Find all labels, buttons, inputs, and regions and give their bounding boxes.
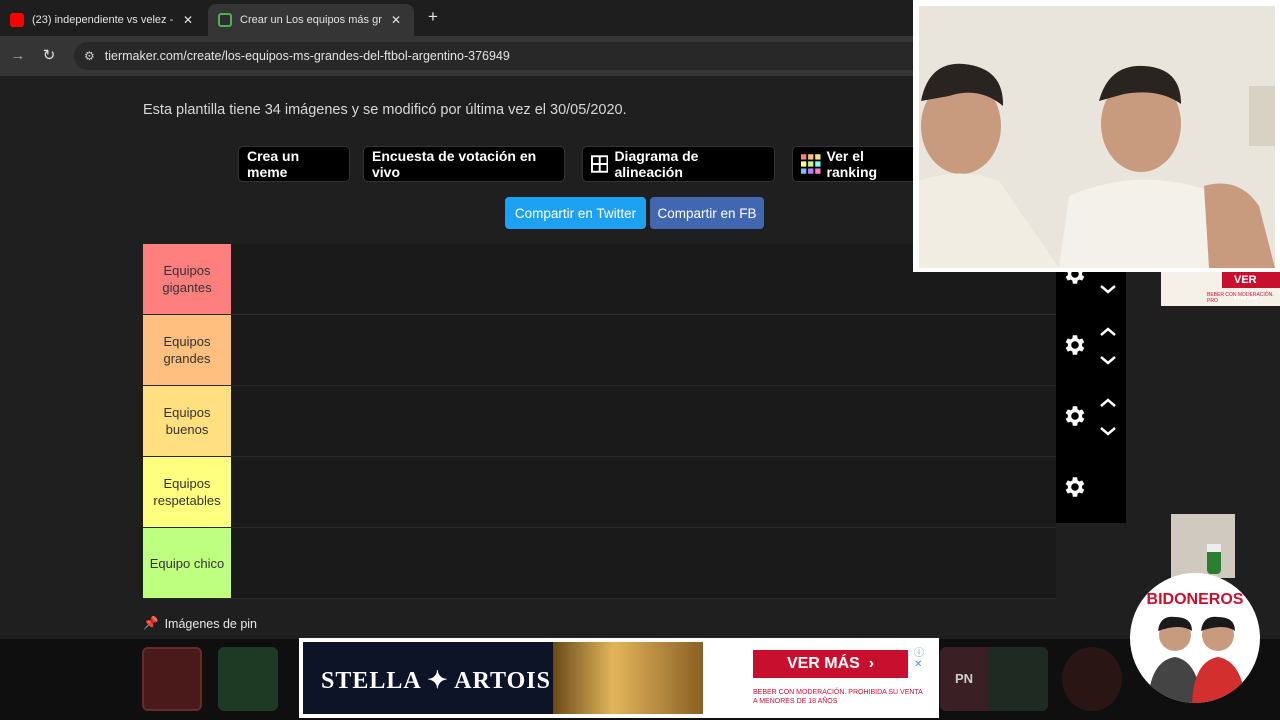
tier-control-row: [1056, 381, 1126, 452]
webcam-video: [919, 6, 1275, 268]
tier-label[interactable]: Equipo chico: [143, 528, 231, 598]
pin-icon: 📌: [143, 616, 159, 630]
tab-title: (23) independiente vs velez - YouTube: [32, 14, 174, 26]
chevron-up-icon[interactable]: [1099, 326, 1117, 338]
gear-icon[interactable]: [1061, 403, 1087, 429]
close-icon[interactable]: ✕: [180, 13, 196, 27]
chevron-up-icon[interactable]: [1099, 397, 1117, 409]
chevron-down-icon[interactable]: [1099, 354, 1117, 366]
beer-glass-image: [553, 642, 703, 714]
tier-label[interactable]: Equipos grandes: [143, 315, 231, 385]
pn-label: PN: [955, 671, 974, 686]
ranking-label: Ver el ranking: [826, 148, 878, 180]
poll-button[interactable]: Encuesta de votación en vivo: [363, 146, 565, 182]
tier-control-row: [1056, 452, 1126, 523]
tab-title: Crear un Los equipos más grandes: [240, 14, 382, 26]
pin-images[interactable]: 📌 Imágenes de pin: [143, 616, 257, 631]
tier-label[interactable]: Equipos buenos: [143, 386, 231, 456]
diagram-label: Diagrama de alineación: [614, 148, 699, 180]
webcam-overlay: [913, 0, 1280, 272]
ad-brand: STELLA ✦ ARTOIS: [321, 668, 551, 694]
tab-youtube[interactable]: (23) independiente vs velez - YouTube ✕: [0, 4, 206, 36]
ad-cta-button[interactable]: VER MÁS ›: [753, 650, 908, 678]
ad-content: STELLA ✦ ARTOIS VER MÁS › BEBER CON MODE…: [303, 642, 935, 714]
grid-icon: [591, 155, 609, 173]
mini-ad-cta: VER MÁS: [1222, 272, 1280, 302]
share-fb-button[interactable]: Compartir en FB: [650, 197, 764, 229]
tiermaker-icon: [218, 13, 232, 27]
address-bar[interactable]: ⚙ tiermaker.com/create/los-equipos-ms-gr…: [74, 42, 954, 70]
plus-icon[interactable]: +: [424, 8, 442, 26]
tier-row[interactable]: Equipos grandes: [143, 315, 1056, 386]
gear-icon[interactable]: [1061, 332, 1087, 358]
tier-row[interactable]: Equipos respetables: [143, 457, 1056, 528]
tier-list: Equipos gigantes Equipos grandes Equipos…: [143, 244, 1056, 599]
tier-label[interactable]: Equipos gigantes: [143, 244, 231, 314]
ad-cta-label: VER MÁS: [786, 655, 860, 672]
mini-thumbnail: [1171, 514, 1235, 578]
reload-icon[interactable]: ↻: [39, 46, 59, 66]
team-logo[interactable]: [218, 647, 278, 711]
url-text: tiermaker.com/create/los-equipos-ms-gran…: [104, 49, 510, 63]
close-icon[interactable]: ✕: [388, 13, 404, 27]
tier-row[interactable]: Equipo chico: [143, 528, 1056, 599]
chevron-down-icon[interactable]: [1099, 425, 1117, 437]
thumbnail-image: [1171, 514, 1235, 578]
team-logo[interactable]: [1062, 647, 1122, 711]
ad-banner[interactable]: STELLA ✦ ARTOIS VER MÁS › BEBER CON MODE…: [299, 638, 939, 718]
tier-row[interactable]: Equipos buenos: [143, 386, 1056, 457]
color-grid-icon: [801, 154, 821, 174]
diagram-button[interactable]: Diagrama de alineación: [582, 146, 775, 182]
chevron-down-icon[interactable]: [1099, 283, 1117, 295]
meme-button[interactable]: Crea un meme: [238, 146, 350, 182]
team-logo[interactable]: [142, 647, 202, 711]
site-settings-icon[interactable]: ⚙: [84, 49, 95, 63]
gear-icon[interactable]: [1061, 474, 1087, 500]
stream-logo-art: [1148, 616, 1246, 703]
team-logo[interactable]: [988, 647, 1048, 711]
share-twitter-button[interactable]: Compartir en Twitter: [505, 197, 646, 229]
tab-tiermaker[interactable]: Crear un Los equipos más grandes ✕: [208, 4, 414, 36]
ad-info-icon[interactable]: ⓘ ✕: [914, 644, 935, 670]
youtube-icon: [10, 13, 24, 27]
forward-icon[interactable]: →: [8, 46, 28, 66]
tier-control-row: [1056, 310, 1126, 381]
tier-label[interactable]: Equipos respetables: [143, 457, 231, 527]
template-info: Esta plantilla tiene 34 imágenes y se mo…: [143, 102, 627, 118]
ad-legal-text: BEBER CON MODERACIÓN. PROHIBIDA SU VENTA…: [753, 689, 923, 705]
mini-ad-legal: BEBER CON MODERACIÓN. PRO: [1207, 292, 1274, 304]
pin-label: Imágenes de pin: [164, 616, 258, 631]
ranking-button[interactable]: Ver el ranking: [792, 146, 917, 182]
stream-logo: BIDONEROS: [1130, 573, 1260, 703]
streamers-image: [919, 6, 1275, 268]
mini-ad: VER MÁS BEBER CON MODERACIÓN. PRO: [1161, 272, 1280, 306]
